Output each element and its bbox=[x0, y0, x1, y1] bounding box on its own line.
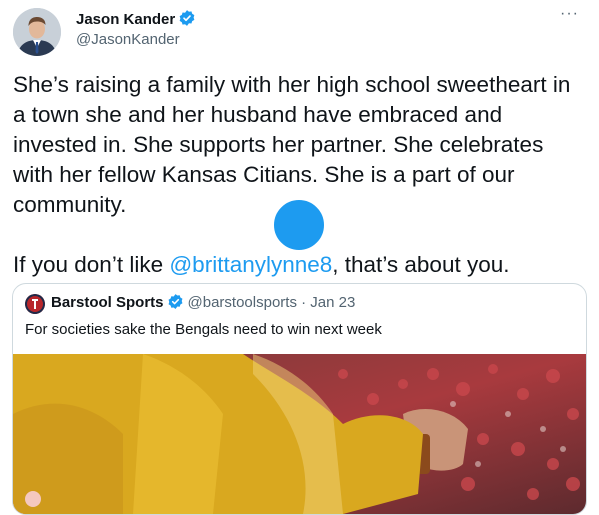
author-handle[interactable]: @JasonKander bbox=[76, 31, 180, 48]
author-name-text[interactable]: Jason Kander bbox=[76, 11, 175, 28]
tweet-p2-before: If you don’t like bbox=[13, 252, 170, 277]
tweet-paragraph-2: If you don’t like @brittanylynne8, that’… bbox=[13, 250, 589, 280]
author-avatar[interactable] bbox=[13, 8, 61, 56]
crowd-video-thumbnail bbox=[13, 354, 586, 514]
quote-author-name[interactable]: Barstool Sports bbox=[51, 294, 164, 311]
quote-verified-badge-icon bbox=[167, 293, 184, 314]
quote-text: For societies sake the Bengals need to w… bbox=[25, 321, 382, 338]
verified-badge-icon bbox=[178, 9, 196, 31]
author-avatar-image bbox=[13, 8, 61, 56]
quoted-tweet-card[interactable]: Barstool Sports @barstoolsports · Jan 23… bbox=[12, 283, 587, 515]
quote-avatar[interactable] bbox=[25, 294, 45, 314]
quote-handle-date[interactable]: @barstoolsports · Jan 23 bbox=[188, 294, 356, 311]
author-name[interactable]: Jason Kander bbox=[76, 9, 196, 31]
more-options-icon[interactable]: ··· bbox=[560, 5, 579, 23]
play-icon[interactable] bbox=[270, 196, 328, 254]
mention-link[interactable]: @brittanylynne8 bbox=[169, 252, 332, 277]
tweet-p2-after: , that’s about you. bbox=[332, 252, 510, 277]
quote-media[interactable] bbox=[13, 354, 586, 514]
quote-author-line: Barstool Sports @barstoolsports · Jan 23 bbox=[51, 293, 355, 314]
barstool-logo-icon bbox=[25, 294, 45, 314]
